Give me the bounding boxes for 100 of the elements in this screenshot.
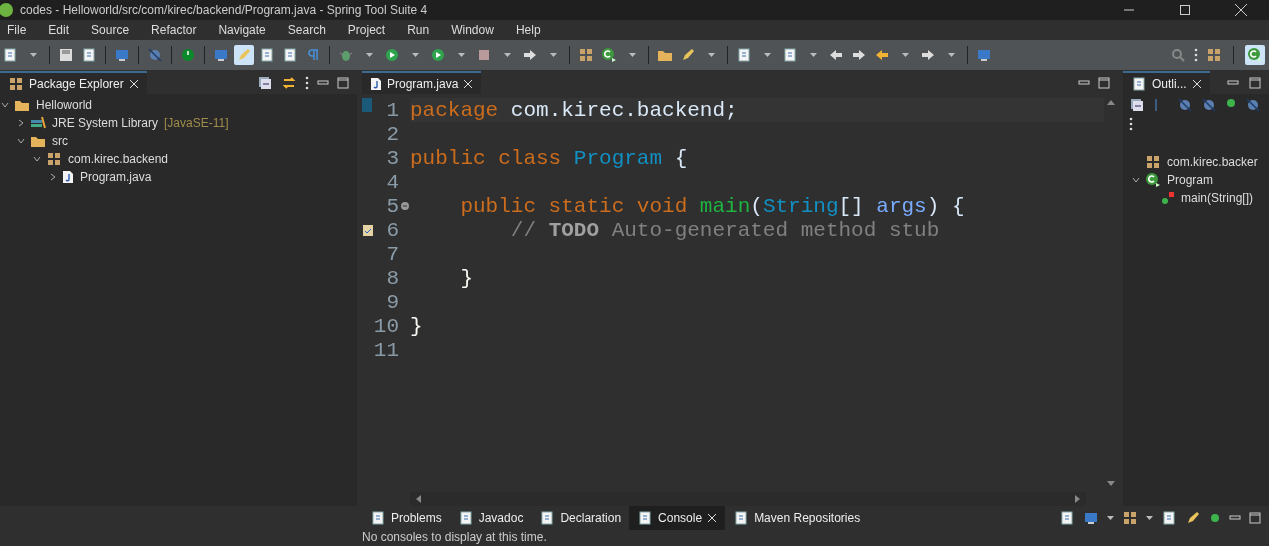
close-icon	[1235, 4, 1247, 16]
caret-icon	[947, 53, 955, 57]
fold-icon[interactable]	[400, 201, 410, 211]
caret-icon	[763, 53, 771, 57]
tab-icon	[637, 510, 654, 526]
close-icon[interactable]	[1191, 78, 1202, 89]
scroll-down-icon	[1106, 480, 1116, 488]
caret-icon	[29, 53, 37, 57]
caret-icon	[707, 53, 715, 57]
tree-item[interactable]: JRE System Library	[50, 115, 161, 131]
menu-item[interactable]: Run	[396, 23, 441, 37]
crossed-circle-icon[interactable]	[147, 47, 163, 63]
link-editor-icon[interactable]	[281, 74, 297, 91]
line-number: 4	[386, 170, 399, 194]
view-tab[interactable]: Problems	[362, 506, 450, 530]
tree-item[interactable]: src	[50, 133, 70, 149]
tree-item[interactable]: Program.java	[78, 169, 154, 185]
console-message: No consoles to display at this time.	[362, 530, 548, 543]
expand-chevron-icon[interactable]	[48, 172, 58, 182]
view-tab[interactable]: Javadoc	[449, 506, 532, 530]
back-arrow-icon	[828, 47, 844, 63]
hide-local-icon[interactable]	[1245, 97, 1261, 113]
tab-icon	[733, 510, 750, 526]
code-line: public static void main(String[] args) {	[459, 194, 965, 218]
ruler-marker-icon	[362, 98, 372, 112]
collapse-all-icon[interactable]	[1129, 97, 1145, 113]
maximize-icon[interactable]	[1098, 76, 1110, 89]
tab-icon	[539, 510, 556, 526]
close-icon[interactable]	[707, 513, 718, 523]
maximize-icon[interactable]	[1249, 76, 1261, 89]
maximize-icon[interactable]	[337, 76, 349, 89]
code-line: package com.kirec.backend;	[410, 98, 738, 122]
collapse-chevron-icon[interactable]	[1131, 175, 1141, 185]
view-menu-icon[interactable]	[1129, 116, 1133, 132]
class-icon	[1145, 172, 1161, 188]
view-tab[interactable]: Maven Repositories	[725, 506, 869, 530]
scroll-right-icon	[1074, 494, 1082, 504]
hide-static-icon[interactable]	[1201, 97, 1217, 113]
editor-tab[interactable]: Program.java	[362, 71, 482, 94]
line-number: 9	[386, 290, 399, 314]
style-icon	[1185, 510, 1201, 526]
menu-item[interactable]: Project	[336, 23, 397, 37]
brush-icon	[680, 47, 696, 63]
save-icon	[58, 47, 74, 63]
forward-arrow-icon	[920, 47, 936, 63]
hide-fields-icon[interactable]	[1177, 97, 1193, 113]
menu-item[interactable]: Help	[504, 23, 552, 37]
caret-icon	[628, 53, 636, 57]
menu-item[interactable]: Edit	[37, 23, 81, 37]
scroll-up-icon	[1106, 98, 1116, 106]
line-number: 7	[386, 242, 399, 266]
view-menu-icon[interactable]	[305, 74, 309, 91]
run-icon	[384, 47, 400, 63]
package-icon	[1145, 154, 1161, 170]
maximize-icon[interactable]	[1249, 512, 1261, 524]
menu-item[interactable]: Navigate	[207, 23, 277, 37]
close-icon[interactable]	[128, 78, 139, 89]
view-tab[interactable]: Outli...	[1123, 71, 1210, 94]
line-number: 8	[386, 266, 399, 290]
arrow-icon	[522, 47, 538, 63]
page-icon	[282, 47, 298, 63]
view-tab[interactable]: Declaration	[531, 506, 630, 530]
tab-icon	[457, 510, 474, 526]
window-title: codes - Helloworld/src/com/kirec/backend/Program.java - Spring Tool Suite 4	[20, 3, 428, 17]
new-class-icon	[601, 47, 617, 63]
line-number: 3	[386, 146, 399, 170]
maximize-icon	[1180, 5, 1190, 15]
menu-item[interactable]: Source	[80, 23, 141, 37]
tree-item[interactable]: main(String[])	[1179, 190, 1256, 206]
collapse-chevron-icon[interactable]	[0, 100, 10, 110]
java-perspective-icon	[1247, 47, 1263, 63]
view-tab[interactable]: Console	[629, 506, 726, 530]
caret-icon	[1146, 516, 1153, 520]
display-console-icon	[1083, 510, 1099, 526]
view-tab[interactable]: Package Explorer	[0, 71, 147, 94]
menu-item[interactable]: Refactor	[140, 23, 208, 37]
expand-chevron-icon[interactable]	[16, 118, 26, 128]
caret-icon	[365, 53, 373, 57]
menu-item[interactable]: Window	[440, 23, 505, 37]
menu-item[interactable]: File	[0, 23, 38, 37]
line-number: 10	[373, 314, 399, 338]
tree-item[interactable]: Helloworld	[34, 97, 95, 113]
forward-arrow-icon	[851, 47, 867, 63]
code-line: public class Program {	[410, 146, 688, 170]
tree-item[interactable]: com.kirec.backend	[66, 151, 171, 167]
code-line: }	[410, 314, 423, 338]
caret-icon	[549, 53, 557, 57]
close-icon[interactable]	[463, 78, 474, 89]
caret-icon	[1107, 516, 1114, 520]
java-file-icon	[370, 76, 382, 91]
collapse-all-icon[interactable]	[257, 74, 273, 91]
power-icon	[180, 47, 196, 63]
stop-icon	[476, 47, 492, 63]
tree-item[interactable]: com.kirec.backer	[1165, 154, 1260, 170]
line-number: 2	[386, 122, 399, 146]
tab-icon	[370, 510, 386, 526]
terminal-icon	[213, 47, 229, 63]
menu-item[interactable]: Search	[276, 23, 337, 37]
tree-item[interactable]: Program	[1165, 172, 1215, 188]
more-icon[interactable]	[1194, 47, 1198, 63]
